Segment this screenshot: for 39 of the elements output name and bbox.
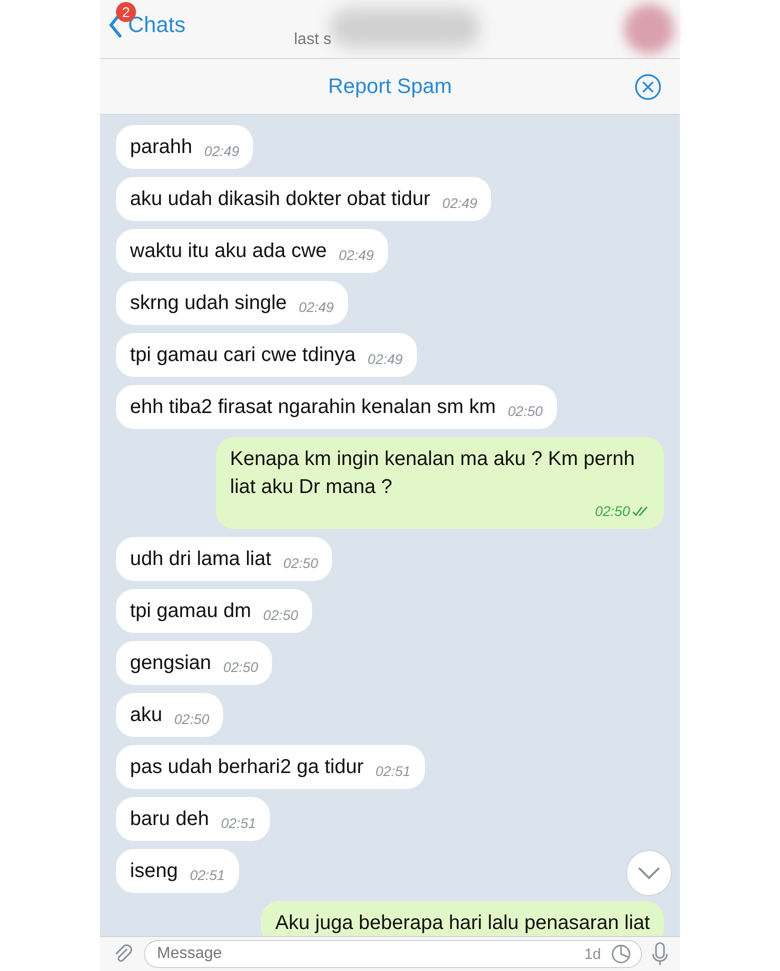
- message-text: iseng: [130, 859, 178, 884]
- message-time: 02:49: [368, 350, 403, 369]
- message-text: pas udah berhari2 ga tidur: [130, 755, 364, 780]
- message-time: 02:49: [338, 246, 374, 265]
- message-text: Aku juga beberapa hari lalu penasaran liat: [275, 911, 650, 936]
- message-time: 02:51: [190, 866, 225, 885]
- message-time: 02:50: [223, 658, 258, 677]
- message-time: 02:51: [376, 762, 411, 781]
- message-text: gengsian: [130, 651, 212, 676]
- message-text: aku: [130, 703, 162, 728]
- message-text: aku udah dikasih dokter obat tidur: [130, 187, 430, 212]
- message-text: Kenapa km ingin kenalan ma aku ? Km pernh liat aku Dr mana ?: [230, 447, 636, 500]
- message-time: 02:50: [283, 554, 318, 573]
- report-spam-button[interactable]: Report Spam: [324, 70, 456, 102]
- message-text: skrng udah single: [130, 291, 287, 316]
- message-time: 02:50: [174, 710, 210, 729]
- message-time: 02:50: [263, 606, 298, 625]
- microphone-icon[interactable]: [652, 942, 668, 966]
- message-time: 02:49: [298, 298, 334, 317]
- message-text: baru deh: [130, 807, 209, 832]
- message-time: 02:49: [442, 194, 478, 213]
- message-time: 02:51: [220, 814, 256, 833]
- chevron-down-icon: [637, 866, 661, 880]
- last-seen-text: last s: [294, 31, 332, 49]
- timer-label: 1d: [584, 946, 601, 962]
- message-input[interactable]: Message: [155, 944, 574, 964]
- close-icon[interactable]: [634, 73, 662, 101]
- scroll-down-button[interactable]: [626, 850, 672, 896]
- message-text: parahh: [130, 135, 192, 160]
- message-text: tpi gamau cari cwe tdinya: [130, 343, 356, 368]
- message-text: waktu itu aku ada cwe: [130, 239, 327, 264]
- message-text: ehh tiba2 firasat ngarahin kenalan sm km: [130, 395, 496, 420]
- message-text: tpi gamau dm: [130, 599, 252, 624]
- avatar[interactable]: [624, 4, 674, 54]
- message-field[interactable]: Message 1d: [144, 940, 642, 968]
- message-time: 02:50: [594, 502, 630, 521]
- message-time: 02:50: [508, 402, 543, 421]
- message-time: 02:49: [204, 142, 240, 161]
- message-text: udh dri lama liat: [130, 547, 272, 572]
